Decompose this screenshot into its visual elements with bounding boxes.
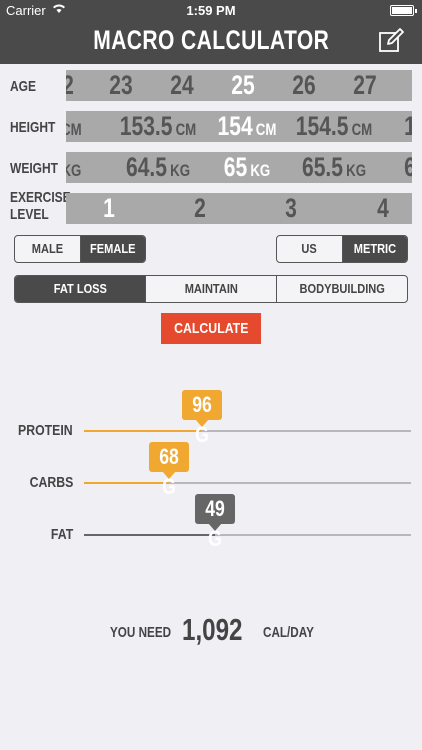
status-bar: Carrier 1:59 PM [0, 0, 422, 22]
weight-picker-option[interactable]: 6 [363, 152, 412, 183]
age-picker-option[interactable]: 26 [285, 70, 324, 101]
height-label: HEIGHT [10, 119, 56, 136]
height-picker-option[interactable]: 154 CM [200, 111, 294, 142]
gender-option-male[interactable]: MALE [15, 236, 80, 262]
goal-option-maintain[interactable]: MAINTAIN [145, 276, 276, 302]
height-picker-option[interactable]: 153.5 CM [111, 111, 205, 142]
summary-suffix: CAL/DAY [263, 624, 314, 641]
calculate-button[interactable]: CALCULATE [161, 313, 261, 344]
calorie-summary: YOU NEED 1,092 CAL/DAY [0, 612, 422, 652]
goal-toggle: FAT LOSS MAINTAIN BODYBUILDING [14, 275, 408, 303]
units-option-us[interactable]: US [277, 236, 342, 262]
macro-label-fat: FAT [50, 526, 73, 543]
age-picker-option[interactable]: 27 [346, 70, 385, 101]
gender-toggle: MALE FEMALE [14, 235, 146, 263]
exercise-picker-option[interactable]: 1 [93, 193, 124, 224]
clock: 1:59 PM [186, 3, 236, 18]
age-picker-option[interactable]: 2 [66, 70, 88, 101]
gender-option-female[interactable]: FEMALE [79, 236, 145, 262]
macro-fill-fat [84, 534, 215, 536]
weight-picker-option[interactable]: 4KG [66, 152, 111, 183]
age-label: AGE [10, 78, 37, 95]
weight-picker-option[interactable]: 64.5 KG [111, 152, 205, 183]
calorie-value: 1,092 [182, 612, 243, 647]
macro-value-bubble-fat: 49 G [194, 494, 235, 551]
age-picker[interactable]: 2 23 24 25 26 27 [66, 70, 412, 101]
battery-icon [390, 5, 417, 16]
macro-value-bubble-protein: 96 G [181, 390, 222, 447]
summary-prefix: YOU NEED [110, 624, 172, 641]
macro-fill-protein [84, 430, 202, 432]
height-picker-option[interactable]: 1 [363, 111, 412, 142]
goal-option-bodybuilding[interactable]: BODYBUILDING [276, 276, 407, 302]
height-picker-option[interactable]: 3CM [66, 111, 111, 142]
age-picker-option[interactable]: 23 [102, 70, 141, 101]
weight-picker[interactable]: 4KG64.5KG65KG65.5KG6 [66, 152, 412, 183]
macro-label-protein: PROTEIN [18, 422, 73, 439]
exercise-level-picker[interactable]: 1 2 3 4 [66, 193, 412, 224]
units-option-metric[interactable]: METRIC [341, 236, 407, 262]
units-toggle: US METRIC [276, 235, 408, 263]
age-picker-option[interactable]: 24 [163, 70, 202, 101]
weight-picker-option[interactable]: 65 KG [200, 152, 294, 183]
macro-label-carbs: CARBS [29, 474, 73, 491]
exercise-picker-option[interactable]: 2 [184, 193, 215, 224]
weight-label: WEIGHT [10, 160, 58, 177]
goal-option-fat-loss[interactable]: FAT LOSS [15, 276, 145, 302]
age-picker-option[interactable]: 25 [224, 70, 263, 101]
nav-bar: MACRO CALCULATOR [0, 22, 422, 64]
macro-value-bubble-carbs: 68 G [149, 442, 190, 499]
height-picker[interactable]: 3CM153.5CM154CM154.5CM1 [66, 111, 412, 142]
exercise-picker-option[interactable]: 3 [275, 193, 306, 224]
exercise-picker-option[interactable]: 4 [367, 193, 398, 224]
page-title: MACRO CALCULATOR [93, 25, 329, 55]
compose-icon[interactable] [378, 28, 404, 54]
